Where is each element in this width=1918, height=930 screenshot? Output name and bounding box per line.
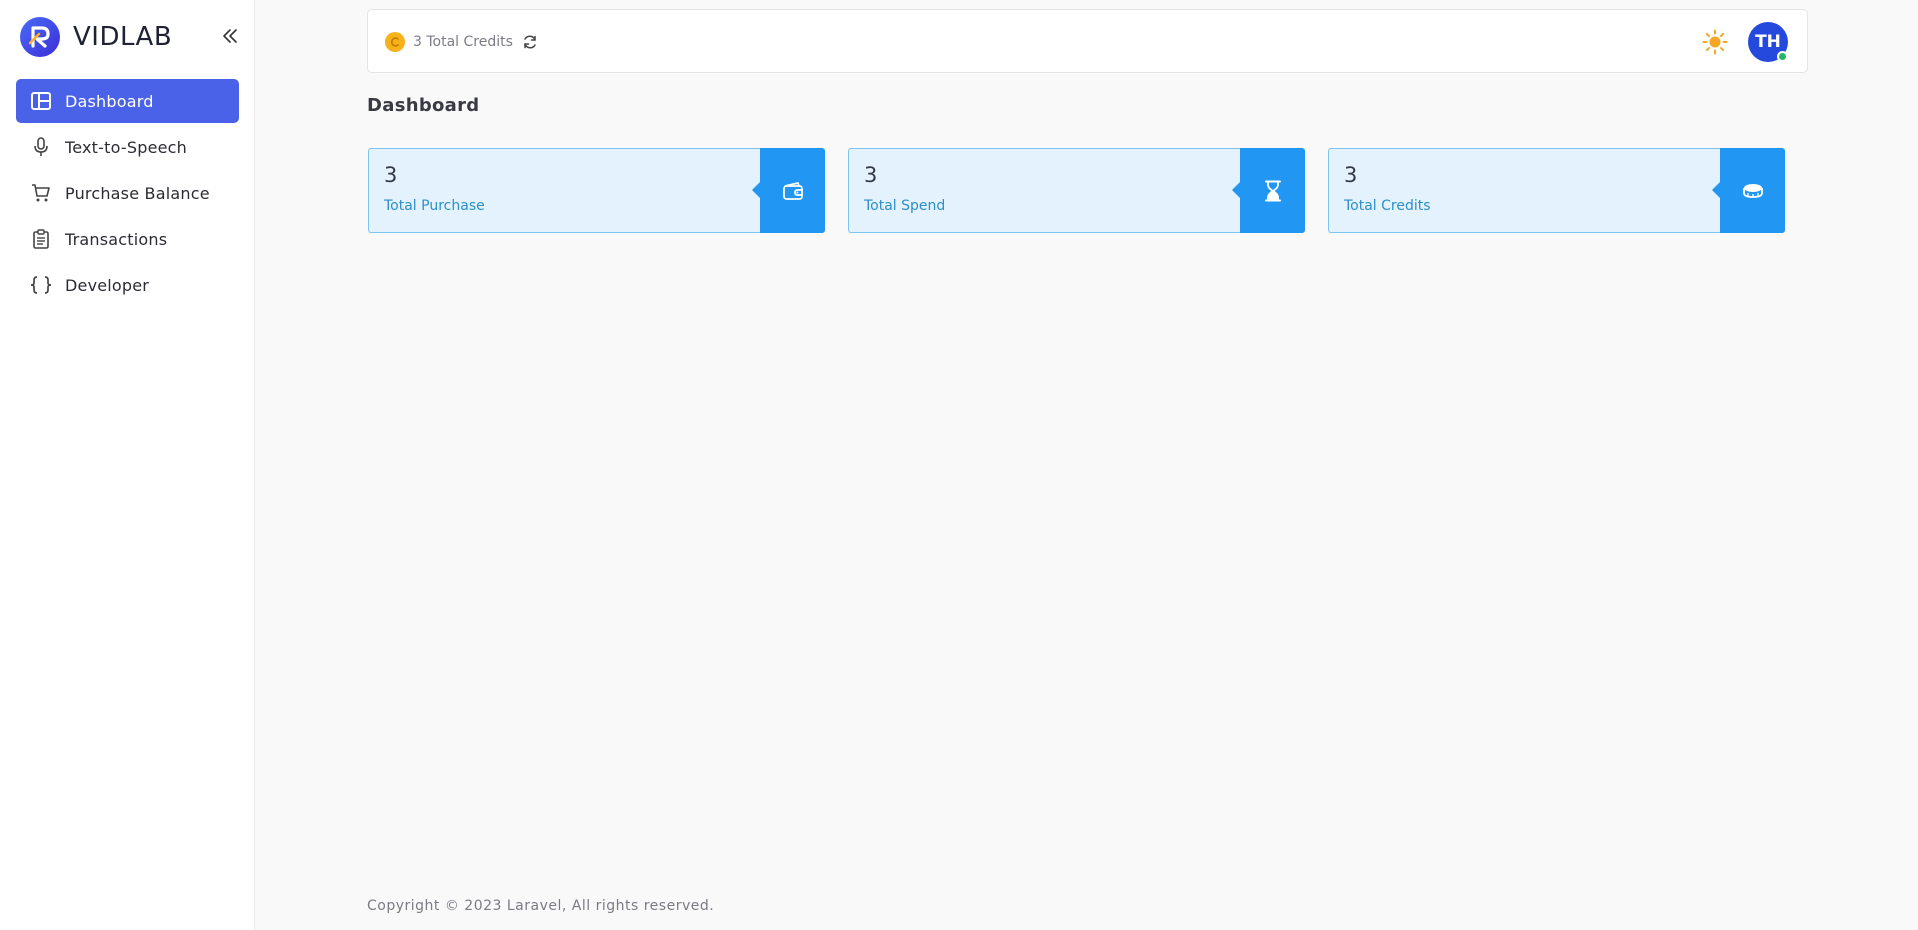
- stat-card-total-credits: 3 Total Credits: [1328, 148, 1785, 233]
- online-status-indicator: [1777, 51, 1788, 62]
- refresh-credits-button[interactable]: [521, 33, 539, 51]
- page-title: Dashboard: [367, 95, 480, 116]
- stat-icon-box: [1712, 148, 1785, 233]
- coin-icon: [385, 32, 405, 52]
- sidebar-item-label: Dashboard: [65, 91, 154, 111]
- stat-value: 3: [384, 163, 398, 187]
- stat-label: Total Spend: [864, 198, 946, 214]
- avatar-initials: TH: [1755, 32, 1781, 52]
- brand-logo-icon: [20, 17, 60, 57]
- sidebar-item-label: Text-to-Speech: [65, 137, 188, 157]
- double-chevron-left-icon: [223, 29, 237, 43]
- braces-icon: [30, 274, 52, 296]
- sidebar-item-purchase-balance[interactable]: Purchase Balance: [16, 171, 239, 215]
- sidebar-item-label: Transactions: [65, 229, 168, 249]
- stat-card-total-spend: 3 Total Spend: [848, 148, 1305, 233]
- wallet-icon: [782, 181, 803, 200]
- cart-icon: [30, 182, 52, 204]
- topbar: 3 Total Credits TH: [367, 9, 1808, 73]
- collapse-sidebar-button[interactable]: [219, 24, 241, 48]
- footer-copyright: Copyright © 2023 Laravel, All rights res…: [367, 898, 715, 914]
- avatar[interactable]: TH: [1748, 22, 1788, 62]
- theme-toggle-button[interactable]: [1701, 28, 1729, 56]
- stat-value: 3: [864, 163, 878, 187]
- brand-name: VIDLAB: [73, 22, 173, 52]
- sidebar-item-developer[interactable]: Developer: [16, 263, 239, 307]
- sun-icon: [1702, 29, 1728, 55]
- coins-icon: [1742, 183, 1763, 198]
- dashboard-icon: [30, 90, 52, 112]
- sidebar: VIDLAB Dashboard Text-to-Speech Purchase…: [0, 0, 255, 930]
- stat-card-total-purchase: 3 Total Purchase: [368, 148, 825, 233]
- sidebar-item-text-to-speech[interactable]: Text-to-Speech: [16, 125, 239, 169]
- refresh-icon: [524, 35, 536, 49]
- stat-icon-box: [1232, 148, 1305, 233]
- brand[interactable]: VIDLAB: [20, 17, 172, 57]
- sidebar-item-transactions[interactable]: Transactions: [16, 217, 239, 261]
- stat-label: Total Credits: [1344, 198, 1431, 214]
- stat-value: 3: [1344, 163, 1358, 187]
- sidebar-item-dashboard[interactable]: Dashboard: [16, 79, 239, 123]
- hourglass-icon: [1264, 180, 1281, 201]
- sidebar-item-label: Developer: [65, 275, 150, 295]
- clipboard-icon: [30, 228, 52, 250]
- credits-text: 3 Total Credits: [413, 34, 513, 50]
- microphone-icon: [30, 136, 52, 158]
- sidebar-item-label: Purchase Balance: [65, 183, 210, 203]
- stat-label: Total Purchase: [384, 198, 485, 214]
- stat-icon-box: [752, 148, 825, 233]
- credits-indicator: 3 Total Credits: [385, 32, 539, 52]
- sidebar-nav: Dashboard Text-to-Speech Purchase Balanc…: [16, 79, 239, 309]
